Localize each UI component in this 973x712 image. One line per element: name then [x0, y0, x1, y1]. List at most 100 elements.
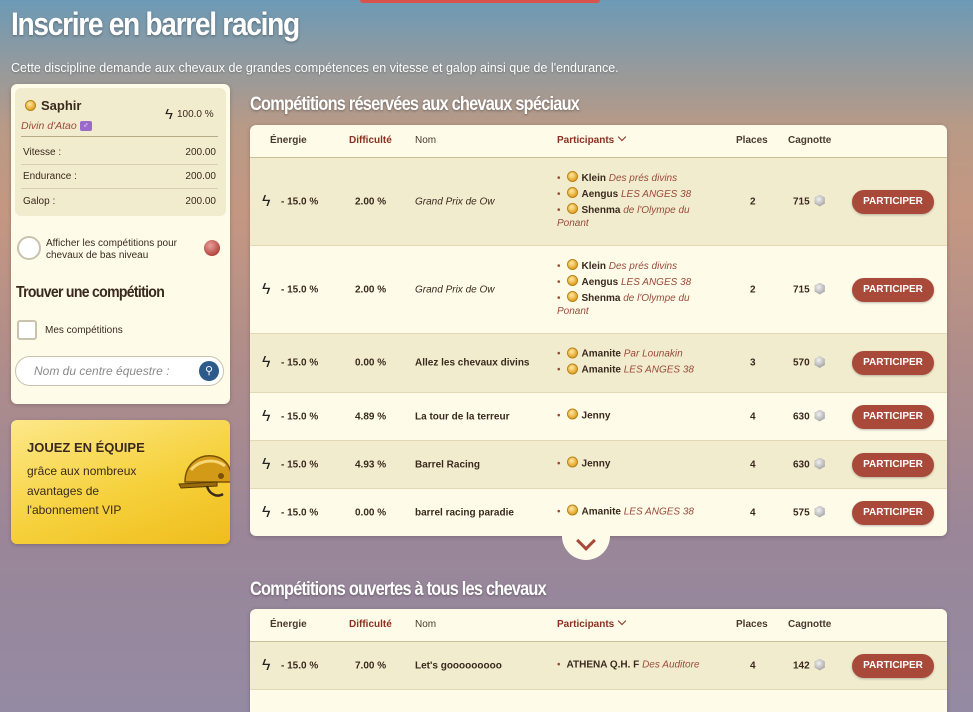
row-prize: 715 — [793, 194, 826, 208]
participate-button[interactable]: PARTICIPER — [852, 277, 934, 302]
stat-row-vitesse: Vitesse :200.00 — [21, 141, 218, 165]
coin-icon — [566, 456, 578, 468]
header-difficulty[interactable]: Difficulté — [349, 135, 392, 146]
row-places: 3 — [750, 357, 756, 369]
header-places[interactable]: Places — [736, 135, 768, 146]
participant-entry[interactable]: • Amanite LES ANGES 38 — [557, 363, 717, 377]
header-name[interactable]: Nom — [415, 135, 436, 146]
participate-button[interactable]: PARTICIPER — [852, 653, 934, 678]
page-title: Inscrire en barrel racing — [11, 6, 300, 42]
row-prize: 142 — [793, 658, 826, 672]
coin-icon — [566, 187, 578, 199]
globe-icon[interactable] — [204, 240, 220, 256]
row-participants: • Jenny — [557, 456, 717, 473]
coin-icon — [566, 291, 578, 303]
participant-entry[interactable]: • ATHENA Q.H. F Des Auditore — [557, 658, 717, 671]
table-row: ϟ - 15.0 % 0.00 % Allez les chevaux divins •… — [250, 334, 947, 393]
helmet-icon — [178, 455, 230, 497]
participant-entry[interactable]: • Aengus LES ANGES 38 — [557, 187, 717, 201]
header-energy[interactable]: Énergie — [270, 619, 307, 630]
participate-button[interactable]: PARTICIPER — [852, 351, 934, 375]
participant-entry[interactable]: • Shenma de l'Olympe du Ponant — [557, 203, 717, 230]
header-name[interactable]: Nom — [415, 619, 436, 630]
row-energy: - 15.0 % — [281, 196, 319, 207]
row-participants: • Jenny — [557, 408, 717, 425]
header-difficulty[interactable]: Difficulté — [349, 619, 392, 630]
special-competitions-table: Énergie Difficulté Nom Participants Plac… — [250, 125, 947, 536]
participant-entry[interactable]: • Aengus LES ANGES 38 — [557, 275, 717, 289]
participate-button[interactable]: PARTICIPER — [852, 189, 934, 214]
gem-icon — [814, 505, 825, 518]
participant-entry[interactable]: • Jenny — [557, 408, 717, 422]
row-name: Let's gooooooooo — [415, 660, 502, 671]
vip-banner[interactable]: JOUEZ EN ÉQUIPE grâce aux nombreux avant… — [11, 420, 230, 544]
search-icon[interactable]: ⚲ — [199, 361, 219, 381]
participate-button[interactable]: PARTICIPER — [852, 500, 934, 525]
low-level-toggle[interactable] — [17, 236, 41, 260]
table-header: Énergie Difficulté Nom Participants Plac… — [250, 125, 947, 158]
row-energy: - 15.0 % — [281, 507, 319, 518]
header-prize[interactable]: Cagnotte — [788, 619, 831, 630]
energy-bolt-icon: ϟ — [262, 407, 271, 425]
participant-entry[interactable]: • Klein Des prés divins — [557, 171, 717, 185]
row-name: Grand Prix de Ow — [415, 196, 495, 207]
special-section-title: Compétitions réservées aux chevaux spéci… — [250, 94, 580, 115]
row-name: Grand Prix de Ow — [415, 284, 495, 295]
chevron-down-icon — [618, 616, 627, 626]
table-row: ϟ - 15.0 % 2.00 % Grand Prix de Ow • Klein De… — [250, 158, 947, 246]
scroll-down-button[interactable] — [562, 530, 610, 560]
row-name: La tour de la terreur — [415, 411, 510, 422]
row-name: Allez les chevaux divins — [415, 357, 530, 369]
header-energy[interactable]: Énergie — [270, 135, 307, 146]
participate-button[interactable]: PARTICIPER — [852, 452, 934, 477]
participant-entry[interactable]: • Amanite Par Lounakin — [557, 347, 717, 361]
row-energy: - 15.0 % — [281, 284, 319, 295]
gem-icon — [814, 457, 825, 470]
gem-icon — [814, 282, 825, 295]
participate-button[interactable]: PARTICIPER — [852, 404, 934, 429]
male-gender-icon: ♂ — [79, 121, 92, 132]
sidebar: Saphir Divin d'Atao ♂ ϟ 100.0 % Vitesse :2… — [11, 84, 230, 404]
header-places[interactable]: Places — [736, 619, 768, 630]
coin-icon — [25, 100, 36, 112]
my-competitions-checkbox[interactable] — [17, 320, 37, 340]
table-row: ϟ - 15.0 % 4.93 % Barrel Racing • Jenny 4 630 P… — [250, 441, 947, 489]
row-energy: - 15.0 % — [281, 459, 319, 470]
top-tab-indicator — [360, 0, 600, 3]
find-competition-title: Trouver une compétition — [16, 284, 165, 301]
participant-entry[interactable]: • Jenny — [557, 456, 717, 470]
row-difficulty: 2.00 % — [355, 284, 387, 295]
header-participants[interactable]: Participants — [557, 616, 627, 630]
row-difficulty: 0.00 % — [355, 357, 387, 369]
energy-bolt-icon: ϟ — [262, 192, 271, 210]
vip-title: JOUEZ EN ÉQUIPE — [27, 440, 145, 455]
open-section-title: Compétitions ouvertes à tous les chevaux — [250, 579, 547, 600]
participant-entry[interactable]: • Shenma de l'Olympe du Ponant — [557, 291, 717, 318]
open-competitions-table: Énergie Difficulté Nom Participants Plac… — [250, 609, 947, 712]
horse-card[interactable]: Saphir Divin d'Atao ♂ ϟ 100.0 % Vitesse :2… — [15, 88, 226, 216]
table-row: ϟ - 15.0 % 2.00 % Grand Prix de Ow • Klein De… — [250, 246, 947, 334]
search-input[interactable] — [34, 362, 194, 380]
row-difficulty: 2.00 % — [355, 196, 387, 207]
gem-icon — [814, 194, 825, 207]
energy-bolt-icon: ϟ — [165, 106, 173, 123]
header-participants[interactable]: Participants — [557, 132, 627, 146]
participant-entry[interactable]: • Amanite LES ANGES 38 — [557, 504, 717, 518]
coin-icon — [566, 504, 578, 516]
energy-bolt-icon: ϟ — [262, 280, 271, 298]
participant-entry[interactable]: • Klein Des prés divins — [557, 259, 717, 273]
row-name: Barrel Racing — [415, 459, 481, 470]
table-header: Énergie Difficulté Nom Participants Plac… — [250, 609, 947, 642]
row-places: 2 — [750, 284, 756, 295]
gem-icon — [814, 356, 825, 368]
row-difficulty: 7.00 % — [355, 660, 387, 671]
my-competitions-label: Mes compétitions — [45, 325, 123, 336]
coin-icon — [566, 171, 578, 183]
table-row: ϟ - 15.0 % 4.89 % La tour de la terreur • Jen… — [250, 393, 947, 441]
row-places: 4 — [750, 660, 756, 671]
row-places: 2 — [750, 196, 756, 207]
horse-energy: ϟ 100.0 % — [165, 106, 214, 123]
header-prize[interactable]: Cagnotte — [788, 135, 831, 146]
horse-name[interactable]: Saphir — [25, 98, 81, 113]
open-rows: ϟ - 15.0 % 7.00 % Let's gooooooooo • ATHENA Q… — [250, 642, 947, 690]
